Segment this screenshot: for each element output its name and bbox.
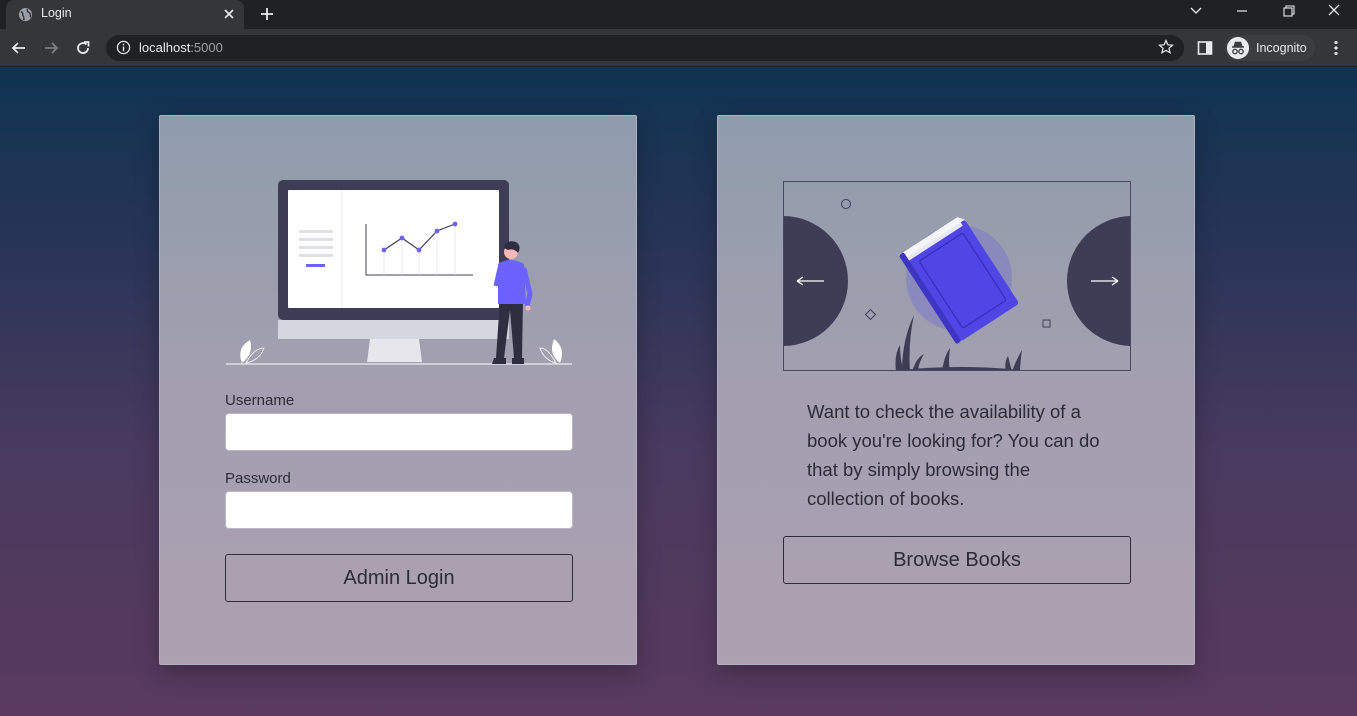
- close-icon[interactable]: [222, 7, 236, 21]
- plus-icon[interactable]: [258, 5, 276, 23]
- star-icon[interactable]: [1158, 39, 1174, 55]
- username-input[interactable]: [225, 413, 573, 451]
- password-label: Password: [225, 470, 291, 487]
- page-background: Username Password Admin Login Want to ch…: [0, 67, 1357, 716]
- back-arrow-icon[interactable]: [10, 39, 28, 57]
- incognito-label: Incognito: [1256, 41, 1307, 55]
- analytics-illustration: [226, 180, 572, 365]
- url-host: localhost: [139, 40, 191, 55]
- password-input[interactable]: [225, 491, 573, 529]
- reload-icon[interactable]: [74, 39, 92, 57]
- incognito-icon: [1227, 37, 1249, 59]
- address-bar[interactable]: localhost:5000: [106, 35, 1184, 61]
- close-window-icon[interactable]: [1323, 3, 1345, 19]
- incognito-badge[interactable]: Incognito: [1225, 35, 1315, 61]
- minimize-icon[interactable]: [1231, 3, 1253, 19]
- globe-icon: [18, 7, 33, 22]
- chevron-down-icon[interactable]: [1185, 3, 1207, 19]
- book-illustration: [784, 199, 1130, 370]
- tab-strip: Login: [0, 0, 1357, 29]
- admin-login-button[interactable]: Admin Login: [225, 554, 573, 602]
- browse-card: Want to check the availability of a book…: [717, 115, 1195, 665]
- url-port: :5000: [190, 40, 223, 55]
- browser-toolbar: localhost:5000 Incognito: [0, 29, 1357, 67]
- browse-books-button[interactable]: Browse Books: [783, 536, 1131, 584]
- info-icon[interactable]: [116, 40, 131, 55]
- tab-login[interactable]: Login: [6, 0, 244, 29]
- url-text: localhost:5000: [139, 40, 223, 55]
- forward-arrow-icon[interactable]: [42, 39, 60, 57]
- book-carousel: [783, 181, 1131, 371]
- restore-icon[interactable]: [1277, 3, 1299, 19]
- tab-title: Login: [41, 6, 72, 20]
- browse-description: Want to check the availability of a book…: [807, 401, 1100, 509]
- username-label: Username: [225, 392, 295, 409]
- side-panel-icon[interactable]: [1196, 39, 1214, 57]
- login-card: Username Password Admin Login: [159, 115, 637, 665]
- menu-dots-icon[interactable]: [1327, 39, 1345, 57]
